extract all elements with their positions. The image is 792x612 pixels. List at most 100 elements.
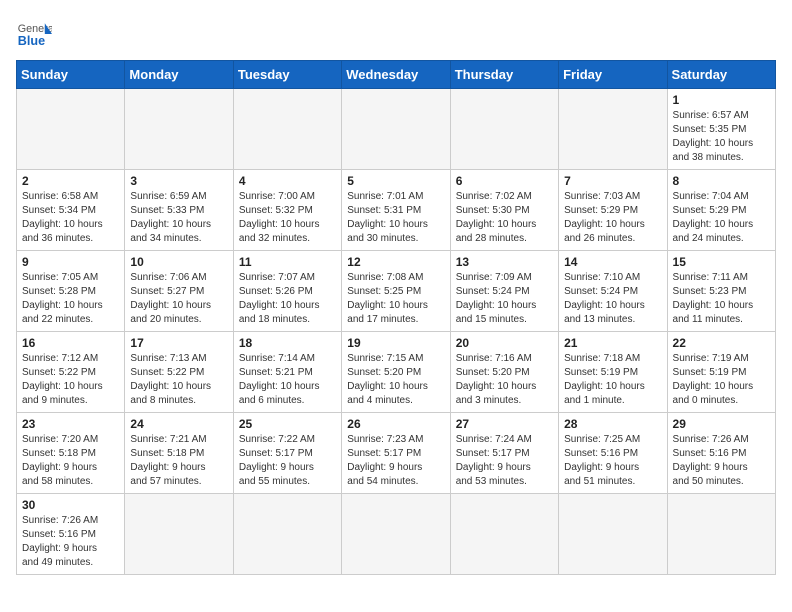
day-info: Sunrise: 7:12 AM Sunset: 5:22 PM Dayligh… bbox=[22, 352, 119, 408]
day-number: 8 bbox=[673, 174, 770, 188]
calendar-cell bbox=[17, 89, 125, 170]
day-number: 13 bbox=[456, 255, 553, 269]
day-info: Sunrise: 6:58 AM Sunset: 5:34 PM Dayligh… bbox=[22, 190, 119, 246]
day-info: Sunrise: 7:01 AM Sunset: 5:31 PM Dayligh… bbox=[347, 190, 444, 246]
calendar-cell bbox=[667, 494, 775, 575]
calendar-cell bbox=[233, 89, 341, 170]
day-info: Sunrise: 7:05 AM Sunset: 5:28 PM Dayligh… bbox=[22, 271, 119, 327]
calendar-cell: 16 Sunrise: 7:12 AM Sunset: 5:22 PM Dayli… bbox=[17, 332, 125, 413]
day-info: Sunrise: 7:03 AM Sunset: 5:29 PM Dayligh… bbox=[564, 190, 661, 246]
calendar-cell: 13 Sunrise: 7:09 AM Sunset: 5:24 PM Dayli… bbox=[450, 251, 558, 332]
calendar-cell: 21 Sunrise: 7:18 AM Sunset: 5:19 PM Dayli… bbox=[559, 332, 667, 413]
weekday-header-row: SundayMondayTuesdayWednesdayThursdayFrid… bbox=[17, 61, 776, 89]
day-number: 9 bbox=[22, 255, 119, 269]
calendar-cell bbox=[450, 494, 558, 575]
day-number: 27 bbox=[456, 417, 553, 431]
calendar-week-3: 9 Sunrise: 7:05 AM Sunset: 5:28 PM Daylig… bbox=[17, 251, 776, 332]
day-info: Sunrise: 7:06 AM Sunset: 5:27 PM Dayligh… bbox=[130, 271, 227, 327]
day-number: 18 bbox=[239, 336, 336, 350]
weekday-header-friday: Friday bbox=[559, 61, 667, 89]
day-info: Sunrise: 7:16 AM Sunset: 5:20 PM Dayligh… bbox=[456, 352, 553, 408]
day-number: 19 bbox=[347, 336, 444, 350]
svg-text:Blue: Blue bbox=[18, 34, 45, 48]
calendar-cell: 25 Sunrise: 7:22 AM Sunset: 5:17 PM Dayli… bbox=[233, 413, 341, 494]
day-number: 30 bbox=[22, 498, 119, 512]
day-info: Sunrise: 7:26 AM Sunset: 5:16 PM Dayligh… bbox=[22, 514, 119, 570]
calendar-cell bbox=[233, 494, 341, 575]
day-info: Sunrise: 7:22 AM Sunset: 5:17 PM Dayligh… bbox=[239, 433, 336, 489]
day-info: Sunrise: 7:23 AM Sunset: 5:17 PM Dayligh… bbox=[347, 433, 444, 489]
logo-icon: General Blue bbox=[16, 16, 52, 52]
calendar-cell bbox=[450, 89, 558, 170]
day-info: Sunrise: 7:09 AM Sunset: 5:24 PM Dayligh… bbox=[456, 271, 553, 327]
calendar-cell: 23Sunrise: 7:20 AM Sunset: 5:18 PM Dayli… bbox=[17, 413, 125, 494]
day-number: 1 bbox=[673, 93, 770, 107]
day-info: Sunrise: 7:26 AM Sunset: 5:16 PM Dayligh… bbox=[673, 433, 770, 489]
day-number: 2 bbox=[22, 174, 119, 188]
calendar-cell: 18 Sunrise: 7:14 AM Sunset: 5:21 PM Dayli… bbox=[233, 332, 341, 413]
day-number: 26 bbox=[347, 417, 444, 431]
calendar-week-4: 16 Sunrise: 7:12 AM Sunset: 5:22 PM Dayli… bbox=[17, 332, 776, 413]
day-number: 17 bbox=[130, 336, 227, 350]
day-number: 12 bbox=[347, 255, 444, 269]
day-info: Sunrise: 7:13 AM Sunset: 5:22 PM Dayligh… bbox=[130, 352, 227, 408]
calendar-cell: 7Sunrise: 7:03 AM Sunset: 5:29 PM Daylig… bbox=[559, 170, 667, 251]
calendar-cell: 3Sunrise: 6:59 AM Sunset: 5:33 PM Daylig… bbox=[125, 170, 233, 251]
logo: General Blue bbox=[16, 16, 52, 52]
weekday-header-tuesday: Tuesday bbox=[233, 61, 341, 89]
weekday-header-thursday: Thursday bbox=[450, 61, 558, 89]
calendar-cell: 15 Sunrise: 7:11 AM Sunset: 5:23 PM Dayli… bbox=[667, 251, 775, 332]
calendar-week-6: 30 Sunrise: 7:26 AM Sunset: 5:16 PM Dayli… bbox=[17, 494, 776, 575]
day-info: Sunrise: 7:14 AM Sunset: 5:21 PM Dayligh… bbox=[239, 352, 336, 408]
day-number: 11 bbox=[239, 255, 336, 269]
day-number: 3 bbox=[130, 174, 227, 188]
calendar-cell: 4 Sunrise: 7:00 AM Sunset: 5:32 PM Daylig… bbox=[233, 170, 341, 251]
header: General Blue bbox=[16, 16, 776, 52]
calendar-cell: 28 Sunrise: 7:25 AM Sunset: 5:16 PM Dayli… bbox=[559, 413, 667, 494]
day-info: Sunrise: 7:07 AM Sunset: 5:26 PM Dayligh… bbox=[239, 271, 336, 327]
calendar-week-1: 1Sunrise: 6:57 AM Sunset: 5:35 PM Daylig… bbox=[17, 89, 776, 170]
weekday-header-saturday: Saturday bbox=[667, 61, 775, 89]
day-info: Sunrise: 7:20 AM Sunset: 5:18 PM Dayligh… bbox=[22, 433, 119, 489]
day-number: 10 bbox=[130, 255, 227, 269]
day-info: Sunrise: 7:11 AM Sunset: 5:23 PM Dayligh… bbox=[673, 271, 770, 327]
calendar-cell: 26 Sunrise: 7:23 AM Sunset: 5:17 PM Dayli… bbox=[342, 413, 450, 494]
calendar-cell: 14 Sunrise: 7:10 AM Sunset: 5:24 PM Dayli… bbox=[559, 251, 667, 332]
day-number: 24 bbox=[130, 417, 227, 431]
calendar-cell bbox=[342, 89, 450, 170]
calendar-cell bbox=[342, 494, 450, 575]
calendar-cell: 19 Sunrise: 7:15 AM Sunset: 5:20 PM Dayli… bbox=[342, 332, 450, 413]
calendar-cell: 30 Sunrise: 7:26 AM Sunset: 5:16 PM Dayli… bbox=[17, 494, 125, 575]
day-info: Sunrise: 7:19 AM Sunset: 5:19 PM Dayligh… bbox=[673, 352, 770, 408]
day-info: Sunrise: 7:25 AM Sunset: 5:16 PM Dayligh… bbox=[564, 433, 661, 489]
day-number: 14 bbox=[564, 255, 661, 269]
day-number: 22 bbox=[673, 336, 770, 350]
calendar-cell: 11 Sunrise: 7:07 AM Sunset: 5:26 PM Dayli… bbox=[233, 251, 341, 332]
calendar-cell: 2 Sunrise: 6:58 AM Sunset: 5:34 PM Daylig… bbox=[17, 170, 125, 251]
calendar-cell: 9 Sunrise: 7:05 AM Sunset: 5:28 PM Daylig… bbox=[17, 251, 125, 332]
day-number: 29 bbox=[673, 417, 770, 431]
calendar-cell bbox=[559, 494, 667, 575]
calendar-cell: 20 Sunrise: 7:16 AM Sunset: 5:20 PM Dayli… bbox=[450, 332, 558, 413]
day-info: Sunrise: 7:04 AM Sunset: 5:29 PM Dayligh… bbox=[673, 190, 770, 246]
day-info: Sunrise: 7:10 AM Sunset: 5:24 PM Dayligh… bbox=[564, 271, 661, 327]
day-number: 4 bbox=[239, 174, 336, 188]
day-info: Sunrise: 7:15 AM Sunset: 5:20 PM Dayligh… bbox=[347, 352, 444, 408]
day-number: 21 bbox=[564, 336, 661, 350]
calendar-cell bbox=[125, 494, 233, 575]
day-number: 15 bbox=[673, 255, 770, 269]
day-number: 20 bbox=[456, 336, 553, 350]
day-number: 16 bbox=[22, 336, 119, 350]
day-number: 5 bbox=[347, 174, 444, 188]
day-number: 28 bbox=[564, 417, 661, 431]
day-number: 6 bbox=[456, 174, 553, 188]
calendar-table: SundayMondayTuesdayWednesdayThursdayFrid… bbox=[16, 60, 776, 575]
calendar-cell: 17 Sunrise: 7:13 AM Sunset: 5:22 PM Dayli… bbox=[125, 332, 233, 413]
day-info: Sunrise: 7:00 AM Sunset: 5:32 PM Dayligh… bbox=[239, 190, 336, 246]
calendar-cell bbox=[125, 89, 233, 170]
day-info: Sunrise: 7:18 AM Sunset: 5:19 PM Dayligh… bbox=[564, 352, 661, 408]
calendar-cell: 12Sunrise: 7:08 AM Sunset: 5:25 PM Dayli… bbox=[342, 251, 450, 332]
day-number: 25 bbox=[239, 417, 336, 431]
day-info: Sunrise: 7:21 AM Sunset: 5:18 PM Dayligh… bbox=[130, 433, 227, 489]
weekday-header-wednesday: Wednesday bbox=[342, 61, 450, 89]
